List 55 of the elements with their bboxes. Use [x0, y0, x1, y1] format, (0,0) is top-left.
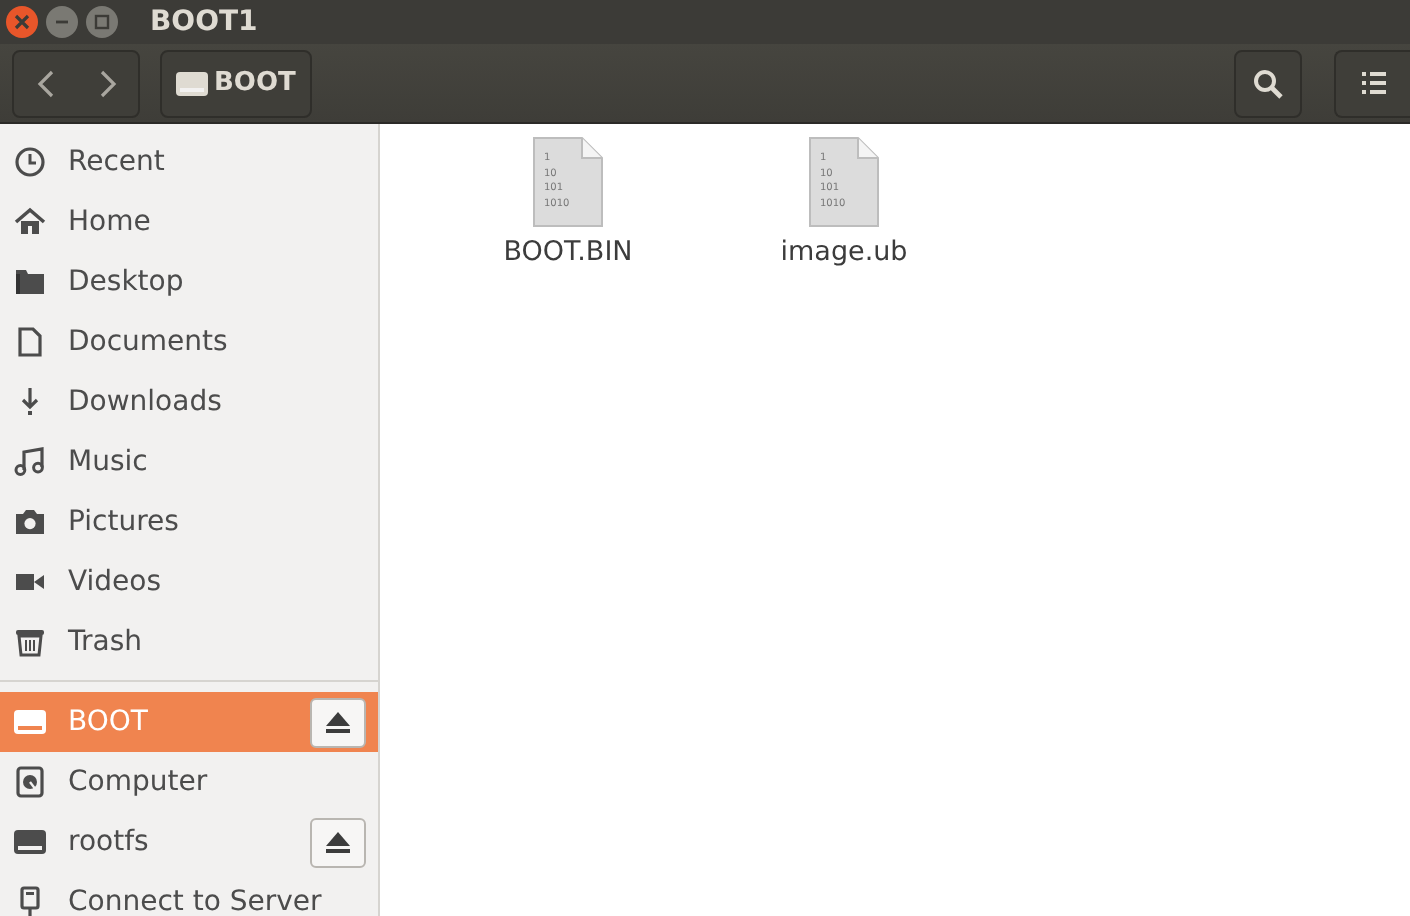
sidebar-label: Computer	[68, 763, 208, 801]
maximize-icon	[94, 14, 110, 30]
sidebar-label: Downloads	[68, 383, 222, 421]
list-icon	[1361, 72, 1385, 94]
eject-icon	[326, 831, 350, 853]
sidebar-label: Pictures	[68, 503, 179, 541]
sidebar-label: Documents	[68, 323, 228, 361]
maximize-button[interactable]	[86, 6, 118, 38]
sidebar-label: BOOT	[68, 703, 148, 741]
sidebar-item[interactable]: Videos	[0, 552, 378, 612]
chevron-right-icon	[97, 69, 117, 97]
eject-button[interactable]	[310, 817, 366, 867]
sidebar-label: Videos	[68, 563, 162, 601]
clock-icon	[14, 146, 46, 178]
eject-icon	[326, 711, 350, 733]
chevron-left-icon	[35, 69, 55, 97]
sidebar-item[interactable]: Pictures	[0, 492, 378, 552]
sidebar-label: Desktop	[68, 263, 184, 301]
sidebar-label: Music	[68, 443, 148, 481]
file-name[interactable]: BOOT.BIN	[503, 232, 633, 273]
sidebar-item[interactable]: Computer	[0, 752, 378, 812]
close-icon	[14, 14, 30, 30]
sidebar-item[interactable]: rootfs	[0, 812, 378, 872]
sidebar-item[interactable]: Desktop	[0, 252, 378, 312]
sidebar-item[interactable]: Music	[0, 432, 378, 492]
window-title: BOOT1	[150, 3, 258, 41]
home-icon	[14, 206, 46, 238]
close-button[interactable]	[6, 6, 38, 38]
drive-icon	[14, 828, 46, 856]
sidebar-label: Home	[68, 203, 151, 241]
sidebar-item[interactable]: Home	[0, 192, 378, 252]
eject-button[interactable]	[310, 697, 366, 747]
music-note-icon	[14, 446, 46, 478]
sidebar-item[interactable]: Recent	[0, 132, 378, 192]
drive-icon	[176, 69, 208, 97]
list-view-button[interactable]	[1334, 49, 1410, 117]
sidebar-item[interactable]: Connect to Server	[0, 872, 378, 916]
sidebar-label: Trash	[68, 623, 142, 661]
path-button[interactable]: BOOT	[160, 49, 312, 117]
file-name[interactable]: image.ub	[780, 232, 908, 273]
folder-icon	[14, 266, 46, 298]
sidebar-item[interactable]: Trash	[0, 612, 378, 672]
trash-icon	[14, 626, 46, 658]
minimize-button[interactable]	[46, 6, 78, 38]
search-button[interactable]	[1234, 49, 1302, 117]
sidebar-label: Connect to Server	[68, 883, 322, 916]
document-icon	[14, 326, 46, 358]
sidebar-label: rootfs	[68, 823, 149, 861]
sidebar-item[interactable]: Downloads	[0, 372, 378, 432]
sidebar-item[interactable]: Documents	[0, 312, 378, 372]
camera-icon	[14, 506, 46, 538]
sidebar-label: Recent	[68, 143, 165, 181]
search-icon	[1252, 67, 1284, 99]
server-icon	[14, 886, 46, 916]
drive-icon	[14, 708, 46, 736]
